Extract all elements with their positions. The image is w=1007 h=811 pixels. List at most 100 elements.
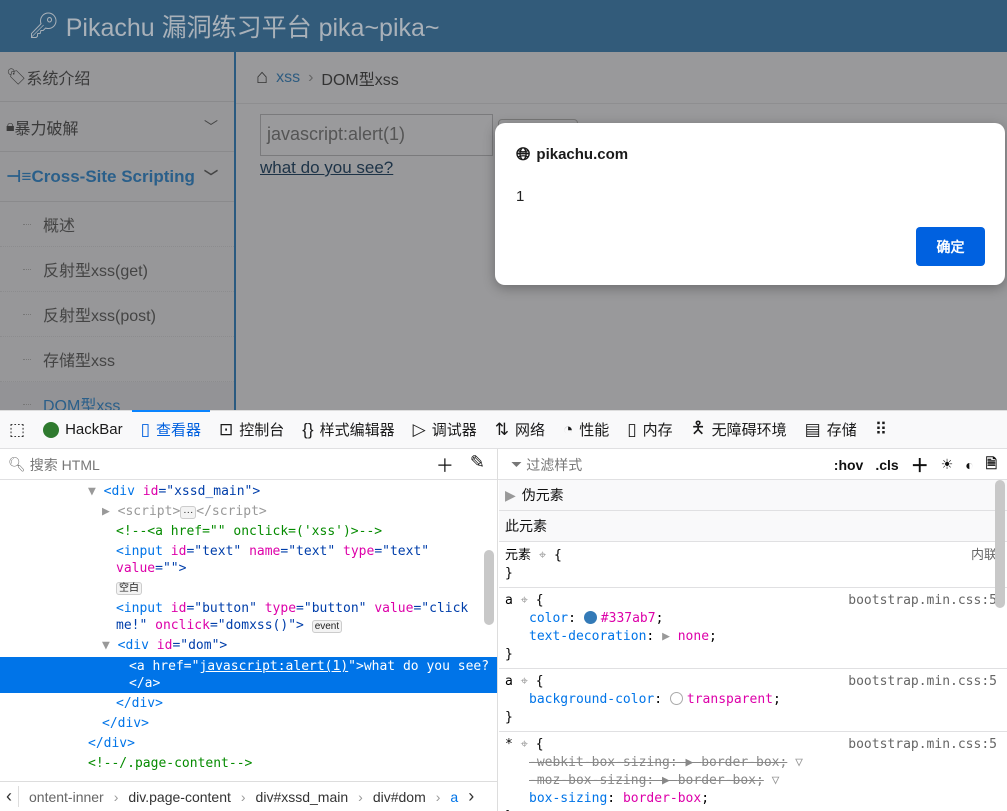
tab-label: HackBar bbox=[65, 421, 123, 438]
color-swatch[interactable] bbox=[669, 692, 683, 705]
markup-comment[interactable]: <!--/.page-content--> bbox=[88, 755, 252, 772]
tab-network[interactable]: ⇅ 网络 bbox=[486, 411, 554, 448]
sidebar-subitem[interactable]: 存储型xss bbox=[0, 337, 234, 382]
sidebar-subitem-active[interactable]: DOM型xss bbox=[0, 382, 234, 410]
node-icon: ⌖ bbox=[520, 737, 528, 752]
xss-input[interactable]: javascript:alert(1) bbox=[260, 114, 493, 156]
rule-inline[interactable]: 元素 ⌖ {内联} bbox=[499, 542, 1007, 588]
crumb[interactable]: div#xssd_main bbox=[256, 789, 349, 805]
braces-icon: {} bbox=[302, 419, 314, 439]
alert-dialog: 🌐︎ pikachu.com 1 确定 bbox=[495, 123, 1005, 285]
rule-universal[interactable]: * ⌖ {bootstrap.min.css:5 -webkit-box-siz… bbox=[499, 732, 1007, 811]
label: 系统介绍 bbox=[26, 70, 91, 88]
tab-debugger[interactable]: ▷ 调试器 bbox=[404, 411, 486, 448]
devtools-toolbar: ⬚ HackBar ▯ 查看器 ⊡ 控制台 {} 样式编辑器 ▷ 调试器 ⇅ 网络 ◔ 性能… bbox=[0, 410, 1007, 449]
markup-close: </div> bbox=[102, 716, 149, 731]
tab-label: 样式编辑器 bbox=[319, 422, 395, 439]
sidebar-item-xss[interactable]: ⊣≡ Cross-Site Scripting ﹀ bbox=[0, 152, 234, 202]
breadcrumb-current: DOM型xss bbox=[321, 71, 399, 89]
tab-hackbar[interactable]: HackBar bbox=[34, 411, 132, 448]
tab-memory[interactable]: ▯ 内存 bbox=[618, 411, 681, 448]
rules-scrollbar[interactable] bbox=[995, 480, 1005, 608]
site-header: 🔑︎ Pikachu 漏洞练习平台 pika~pika~ bbox=[0, 0, 1007, 52]
pseudo-elements-toggle[interactable]: ▶ 伪元素 bbox=[499, 480, 1007, 511]
debugger-icon: ▷ bbox=[412, 419, 426, 439]
markup-comment[interactable]: <!--<a href="" onclick=('xss')>--> bbox=[116, 523, 382, 540]
search-html-input[interactable]: 搜索 HTML bbox=[30, 455, 100, 475]
sidebar-subitem[interactable]: 概述 bbox=[0, 202, 234, 247]
selected-markup-node[interactable]: <a href="javascript:alert(1)">what do yo… bbox=[0, 657, 497, 693]
color-swatch[interactable] bbox=[583, 611, 597, 624]
markup-node: value=""> bbox=[116, 561, 187, 576]
markup-node[interactable]: ▼ <div id="xssd_main"> bbox=[88, 483, 260, 500]
hackbar-icon bbox=[43, 421, 60, 438]
markup-node[interactable]: ▼ <div id="dom"> bbox=[102, 637, 227, 654]
rule-a-color[interactable]: a ⌖ {bootstrap.min.css:5 color: #337ab7;… bbox=[499, 588, 1007, 669]
cls-toggle[interactable]: .cls bbox=[875, 457, 898, 473]
tab-inspector[interactable]: ▯ 查看器 bbox=[131, 410, 211, 448]
more-tools-button[interactable]: ⠿ bbox=[866, 411, 896, 448]
list-icon: ⊣≡ bbox=[6, 166, 32, 186]
markup-node[interactable]: <input id="text" name="text" type="text" bbox=[116, 543, 429, 560]
markup-scrollbar[interactable] bbox=[484, 550, 494, 625]
crumb[interactable]: a bbox=[450, 789, 458, 805]
add-node-icon[interactable]: ＋ bbox=[436, 452, 454, 478]
site-title[interactable]: Pikachu 漏洞练习平台 pika~pika~ bbox=[66, 8, 440, 44]
tab-label: 无障碍环境 bbox=[711, 422, 787, 439]
tab-accessibility[interactable]: 🯅 无障碍环境 bbox=[682, 411, 796, 448]
accessibility-icon: 🯅 bbox=[690, 418, 706, 437]
dark-theme-icon[interactable]: ◐ bbox=[965, 457, 973, 473]
hov-toggle[interactable]: :hov bbox=[834, 457, 864, 473]
event-badge[interactable]: event bbox=[311, 620, 343, 633]
filter-icon: ▽ bbox=[771, 773, 780, 788]
sidebar-item-intro[interactable]: 🏷︎ 系统介绍 bbox=[0, 52, 234, 102]
grid-icon: ⠿ bbox=[874, 419, 888, 439]
tab-storage[interactable]: ▤ 存储 bbox=[796, 411, 866, 448]
storage-icon: ▤ bbox=[804, 419, 821, 439]
sidebar: 🏷︎ 系统介绍 🔒︎ 暴力破解 ﹀ ⊣≡ Cross-Site Scripting ﹀… bbox=[0, 52, 236, 410]
filter-icon: ▽ bbox=[795, 755, 803, 770]
add-rule-icon[interactable]: ＋ bbox=[911, 452, 929, 478]
this-element-header: 此元素 bbox=[499, 511, 1007, 542]
eyedropper-icon[interactable]: ✎ bbox=[470, 452, 485, 478]
sidebar-subitem[interactable]: 反射型xss(get) bbox=[0, 247, 234, 292]
node-icon: ⌖ bbox=[538, 548, 547, 563]
tab-performance[interactable]: ◔ 性能 bbox=[554, 411, 618, 448]
search-icon: 🔍︎ bbox=[8, 456, 26, 472]
whitespace-badge[interactable]: 空白 bbox=[116, 582, 142, 595]
chevron-right-icon[interactable]: › bbox=[468, 786, 474, 807]
rule-a-bg[interactable]: a ⌖ {bootstrap.min.css:5 background-colo… bbox=[499, 669, 1007, 732]
tab-label: 调试器 bbox=[431, 422, 477, 439]
sidebar-item-bruteforce[interactable]: 🔒︎ 暴力破解 ﹀ bbox=[0, 102, 234, 152]
filter-icon: ⏷ bbox=[511, 456, 523, 472]
element-picker-button[interactable]: ⬚ bbox=[0, 411, 34, 448]
sidebar-subitem[interactable]: 反射型xss(post) bbox=[0, 292, 234, 337]
crumb[interactable]: ontent-inner bbox=[29, 789, 104, 805]
light-theme-icon[interactable]: ☀ bbox=[941, 456, 954, 473]
href-link[interactable]: javascript:alert(1) bbox=[199, 659, 348, 674]
crumb[interactable]: div.page-content bbox=[128, 789, 230, 805]
rules-view: ▶ 伪元素 此元素 元素 ⌖ {内联} a ⌖ {bootstrap.min.cs… bbox=[499, 480, 1007, 811]
label: 暴力破解 bbox=[14, 120, 79, 138]
print-icon[interactable]: 🗎 bbox=[986, 453, 997, 477]
what-do-you-see-link[interactable]: what do you see? bbox=[260, 158, 393, 178]
chevron-left-icon[interactable]: ‹ bbox=[0, 786, 19, 807]
crumb[interactable]: div#dom bbox=[373, 789, 426, 805]
dialog-message: 1 bbox=[516, 188, 525, 205]
markup-node[interactable]: <input id="button" type="button" value="… bbox=[116, 600, 468, 617]
markup-node[interactable]: ▶ <script> ··· </script> bbox=[102, 503, 267, 521]
globe-icon: 🌐︎ bbox=[516, 144, 531, 164]
tab-label: 性能 bbox=[579, 422, 610, 439]
ok-button[interactable]: 确定 bbox=[916, 227, 985, 266]
tab-style-editor[interactable]: {} 样式编辑器 bbox=[293, 411, 403, 448]
chevron-down-icon: ﹀ bbox=[204, 168, 218, 185]
home-icon[interactable]: ⌂ bbox=[256, 66, 268, 89]
filter-styles-input[interactable]: 过滤样式 bbox=[526, 455, 582, 475]
markup-view: ▼ <div id="xssd_main"> ▶ <script> ··· </sc… bbox=[0, 480, 498, 781]
key-icon: 🔑︎ bbox=[28, 11, 60, 40]
picker-icon: ⬚ bbox=[9, 419, 26, 439]
tab-console[interactable]: ⊡ 控制台 bbox=[210, 411, 293, 448]
console-icon: ⊡ bbox=[218, 419, 234, 439]
inspector-icon: ▯ bbox=[140, 419, 150, 439]
breadcrumb-link[interactable]: xss bbox=[276, 69, 300, 87]
